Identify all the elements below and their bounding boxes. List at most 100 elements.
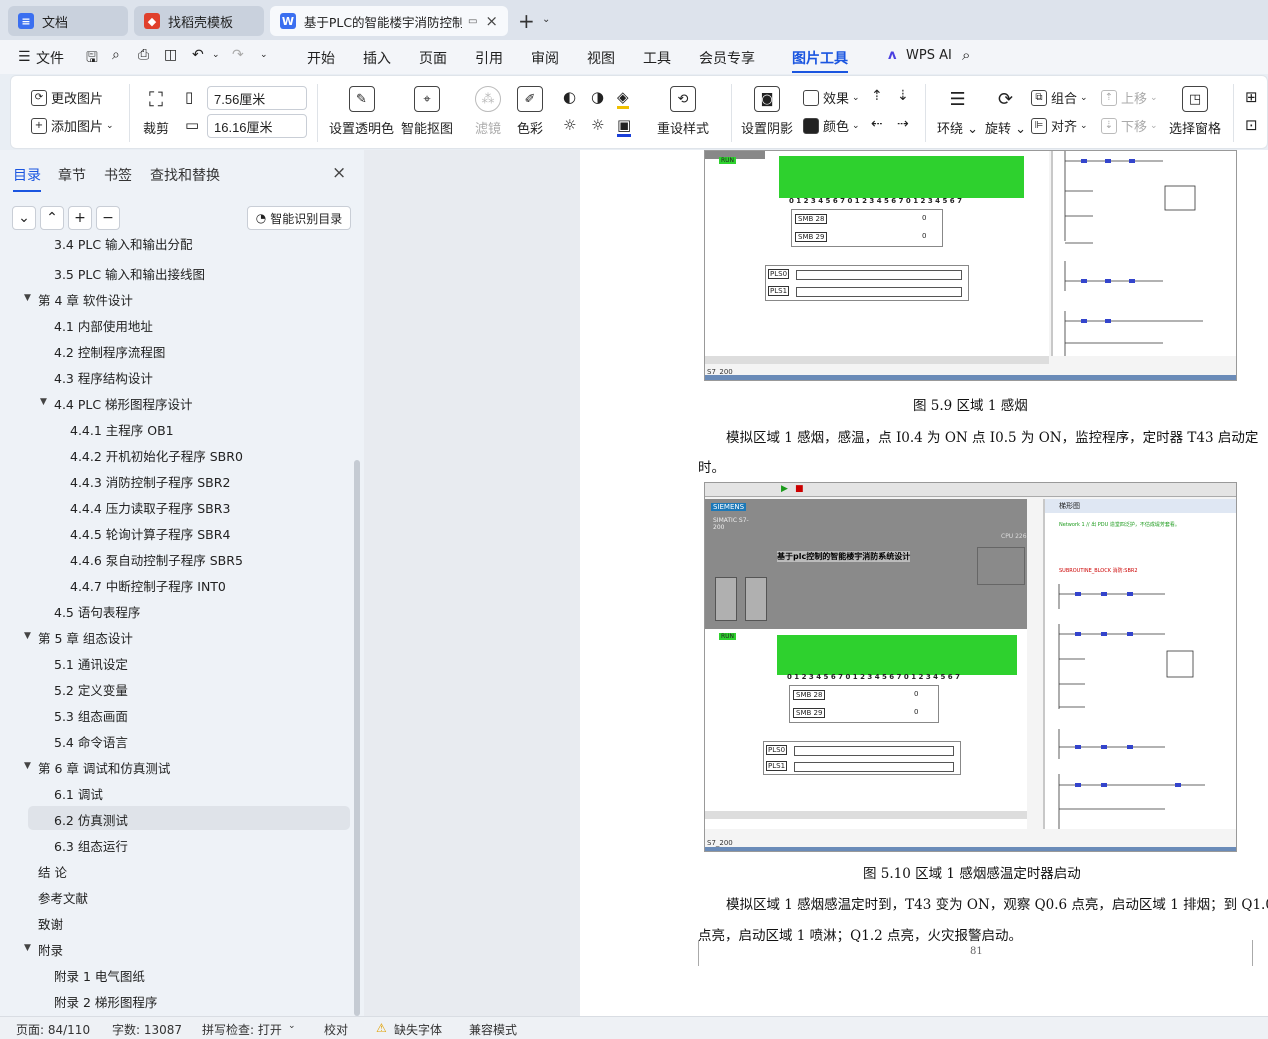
- figure-5-9-image[interactable]: RUN 0 1 2 3 4 5 6 7 0 1 2 3 4 5 6 7 0 1 …: [704, 150, 1237, 381]
- menu-review[interactable]: 审阅: [531, 48, 559, 68]
- expand-caret-icon[interactable]: ▼: [24, 293, 31, 303]
- effect-button[interactable]: 效果 ⌄: [803, 88, 860, 107]
- fill-color-icon[interactable]: ◈: [617, 88, 629, 109]
- border-color-icon[interactable]: ▣: [617, 116, 632, 137]
- toc-item[interactable]: 3.5 PLC 输入和输出接线图: [54, 264, 205, 283]
- spell-check[interactable]: 拼写检查: 打开: [202, 1021, 282, 1038]
- expand-down-button[interactable]: ⌄: [12, 206, 36, 230]
- toc-item[interactable]: 6.3 组态运行: [54, 836, 128, 855]
- page-count[interactable]: 页面: 84/110: [16, 1021, 90, 1038]
- toc-item[interactable]: 结 论: [38, 862, 67, 881]
- proofread[interactable]: 校对: [324, 1021, 348, 1038]
- toc-item[interactable]: 4.2 控制程序流程图: [54, 342, 165, 361]
- remove-heading-button[interactable]: −: [96, 206, 120, 230]
- set-shadow-button[interactable]: ◙ 设置阴影: [741, 86, 793, 137]
- menu-picture-tools[interactable]: 图片工具: [792, 48, 848, 73]
- expand-caret-icon[interactable]: ▼: [24, 631, 31, 641]
- shadow-down-icon[interactable]: ⇣: [897, 88, 909, 104]
- chevron-down-icon[interactable]: ⌄: [288, 1021, 296, 1031]
- toc-item[interactable]: 4.4 PLC 梯形图程序设计: [54, 394, 193, 413]
- menu-references[interactable]: 引用: [475, 48, 503, 68]
- more-chevron-icon[interactable]: ⌄: [260, 50, 268, 60]
- missing-font[interactable]: 缺失字体: [394, 1021, 442, 1038]
- menu-view[interactable]: 视图: [587, 48, 615, 68]
- preview-icon[interactable]: ◫: [164, 47, 177, 63]
- color2-button[interactable]: 颜色 ⌄: [803, 116, 860, 135]
- color-button[interactable]: ✐ 色彩: [517, 86, 543, 137]
- toc-item[interactable]: 附录 2 梯形图程序: [54, 992, 157, 1011]
- toc-item[interactable]: 4.4.1 主程序 OB1: [70, 420, 174, 439]
- toc-item[interactable]: 4.3 程序结构设计: [54, 368, 153, 387]
- collapse-up-button[interactable]: ⌃: [40, 206, 64, 230]
- nav-tab-find-replace[interactable]: 查找和替换: [150, 165, 220, 185]
- smart-cutout-button[interactable]: ⌖ 智能抠图: [401, 86, 453, 137]
- toc-item[interactable]: 附录 1 电气图纸: [54, 966, 145, 985]
- shadow-up-icon[interactable]: ⇡: [871, 88, 883, 104]
- shadow-right-icon[interactable]: ⇢: [897, 116, 909, 132]
- close-pane-icon[interactable]: ×: [332, 163, 346, 183]
- menu-member[interactable]: 会员专享: [699, 48, 755, 68]
- toc-item[interactable]: 3.4 PLC 输入和输出分配: [54, 238, 193, 253]
- toc-item[interactable]: 5.1 通讯设定: [54, 654, 128, 673]
- toc-item[interactable]: 4.5 语句表程序: [54, 602, 140, 621]
- height-input[interactable]: [207, 114, 307, 138]
- close-tab-icon[interactable]: ×: [485, 12, 498, 30]
- expand-caret-icon[interactable]: ▼: [24, 761, 31, 771]
- add-image-button[interactable]: + 添加图片 ⌄: [31, 116, 114, 135]
- toc-item[interactable]: 5.3 组态画面: [54, 706, 128, 725]
- toc-scrollbar[interactable]: [354, 460, 360, 1016]
- bring-forward-button[interactable]: ⇡ 上移 ⌄: [1101, 88, 1158, 107]
- toc-item[interactable]: 4.4.2 开机初始化子程序 SBR0: [70, 446, 243, 465]
- sun-up-icon[interactable]: ☼: [563, 116, 576, 134]
- add-heading-button[interactable]: +: [68, 206, 92, 230]
- toc-item[interactable]: 4.4.3 消防控制子程序 SBR2: [70, 472, 230, 491]
- toc-item[interactable]: 4.4.6 泵自动控制子程序 SBR5: [70, 550, 243, 569]
- brightness-up-icon[interactable]: ◐: [563, 88, 576, 106]
- menu-home[interactable]: 开始: [307, 48, 335, 68]
- undo-icon[interactable]: ↶: [192, 47, 204, 63]
- word-count[interactable]: 字数: 13087: [112, 1021, 182, 1038]
- set-transparent-button[interactable]: ✎ 设置透明色: [329, 86, 394, 137]
- hamburger-icon[interactable]: ☰: [18, 49, 31, 65]
- redo-icon[interactable]: ↷: [232, 47, 244, 63]
- print-icon[interactable]: ⎙: [138, 47, 149, 63]
- align-button[interactable]: ⊫ 对齐 ⌄: [1031, 116, 1088, 135]
- filter-button[interactable]: ⁂ 滤镜: [475, 86, 501, 137]
- menu-tools[interactable]: 工具: [643, 48, 671, 68]
- toc-item[interactable]: 5.2 定义变量: [54, 680, 128, 699]
- shadow-left-icon[interactable]: ⇠: [871, 116, 883, 132]
- change-image-button[interactable]: ⟳ 更改图片: [31, 88, 103, 107]
- contrast-icon[interactable]: ◑: [591, 88, 604, 106]
- nav-tab-toc[interactable]: 目录: [13, 165, 41, 192]
- smart-toc-button[interactable]: ◔ 智能识别目录: [247, 206, 351, 230]
- menu-file[interactable]: 文件: [36, 48, 64, 68]
- undo-dropdown-icon[interactable]: ⌄: [212, 50, 220, 60]
- expand-caret-icon[interactable]: ▼: [24, 943, 31, 953]
- toc-item[interactable]: 6.1 调试: [54, 784, 103, 803]
- tab-list-chevron-icon[interactable]: ⌄: [542, 14, 550, 25]
- toc-item[interactable]: 第 4 章 软件设计: [38, 290, 133, 309]
- more-picture-icon[interactable]: ⊞: [1245, 88, 1258, 106]
- tab-docs[interactable]: ≡ 文档: [8, 6, 128, 36]
- toc-item[interactable]: 第 5 章 组态设计: [38, 628, 133, 647]
- more-layout-icon[interactable]: ⊡: [1245, 116, 1258, 134]
- send-backward-button[interactable]: ⇣ 下移 ⌄: [1101, 116, 1158, 135]
- toc-item[interactable]: 4.4.5 轮询计算子程序 SBR4: [70, 524, 230, 543]
- share-icon[interactable]: ⌕: [112, 47, 120, 63]
- toc-item[interactable]: 第 6 章 调试和仿真测试: [38, 758, 170, 777]
- toc-item[interactable]: 5.4 命令语言: [54, 732, 128, 751]
- menu-wps-ai[interactable]: WPS AI: [906, 48, 952, 63]
- tab-current-document[interactable]: W 基于PLC的智能楼宇消防控制: ▭ ×: [270, 6, 508, 36]
- group-button[interactable]: ⧉ 组合 ⌄: [1031, 88, 1088, 107]
- selection-pane-button[interactable]: ◳ 选择窗格: [1169, 86, 1221, 137]
- search-icon[interactable]: ⌕: [962, 46, 970, 64]
- reset-style-button[interactable]: ⟲ 重设样式: [657, 86, 709, 137]
- rotate-button[interactable]: ⟳ 旋转 ⌄: [985, 86, 1026, 138]
- nav-tab-bookmarks[interactable]: 书签: [104, 165, 132, 185]
- tab-docer[interactable]: ◆ 找稻壳模板: [134, 6, 264, 36]
- menu-page[interactable]: 页面: [419, 48, 447, 68]
- toc-item[interactable]: 参考文献: [38, 888, 88, 907]
- crop-button[interactable]: ⛶ 裁剪: [143, 86, 169, 137]
- sun-down-icon[interactable]: ☼: [591, 116, 604, 134]
- save-icon[interactable]: 🖫: [86, 47, 98, 71]
